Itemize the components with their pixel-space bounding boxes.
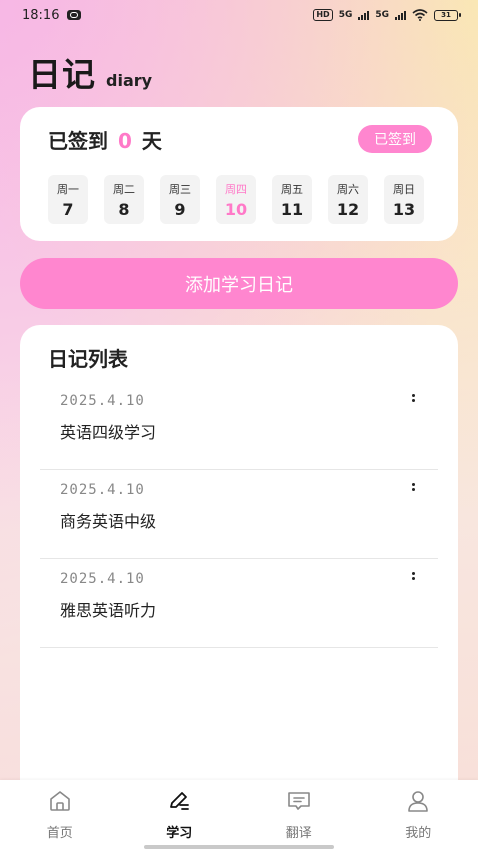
day-name: 周三 (169, 182, 191, 196)
entry-title: 商务英语中级 (60, 512, 157, 531)
entry-title: 英语四级学习 (60, 423, 157, 442)
signin-summary: 已签到 0 天 (48, 125, 162, 154)
diary-list-card: 日记列表 2025.4.10 英语四级学习 2025.4.10 商务英语中级 2… (20, 325, 458, 795)
home-icon (49, 791, 70, 811)
day-number: 9 (174, 199, 186, 219)
day-number: 10 (224, 199, 248, 219)
hd-badge: HD (313, 9, 333, 21)
day-item-today[interactable]: 周四 10 (216, 175, 256, 224)
day-name: 周日 (393, 182, 415, 196)
add-diary-button[interactable]: 添加学习日记 (20, 258, 458, 309)
day-item[interactable]: 周三 9 (160, 175, 200, 224)
more-options-icon[interactable] (408, 391, 418, 405)
user-icon (408, 791, 429, 812)
page-subtitle: diary (106, 71, 153, 90)
bottom-tab-bar: 首页 学习 翻译 我的 (0, 780, 478, 850)
signal-bars-icon (358, 10, 370, 20)
signin-count: 0 (118, 129, 132, 153)
tab-profile[interactable]: 我的 (378, 788, 458, 850)
tab-label: 翻译 (285, 826, 312, 841)
day-number: 13 (392, 199, 416, 219)
pen-icon (170, 792, 190, 810)
day-number: 8 (118, 199, 130, 219)
home-indicator (144, 845, 334, 849)
day-name: 周六 (337, 182, 359, 196)
tab-label: 首页 (46, 826, 73, 841)
day-name: 周二 (113, 182, 135, 196)
chat-icon (287, 792, 310, 810)
day-number: 12 (336, 199, 360, 219)
entry-date: 2025.4.10 (60, 393, 145, 409)
status-bar: 18:16 HD 5G 5G 31 (0, 0, 478, 30)
battery-icon: 31 (434, 9, 461, 21)
more-options-icon[interactable] (408, 480, 418, 494)
signin-prefix: 已签到 (48, 129, 108, 153)
battery-level: 31 (441, 10, 451, 19)
entry-title: 雅思英语听力 (60, 601, 157, 620)
week-calendar: 周一 7 周二 8 周三 9 周四 10 周五 11 周六 12 周日 13 (48, 175, 424, 224)
entry-date: 2025.4.10 (60, 482, 145, 498)
day-item[interactable]: 周二 8 (104, 175, 144, 224)
status-time: 18:16 (22, 7, 60, 23)
day-item[interactable]: 周五 11 (272, 175, 312, 224)
entry-date: 2025.4.10 (60, 571, 145, 587)
diary-entry[interactable]: 2025.4.10 雅思英语听力 (40, 559, 438, 648)
diary-entry[interactable]: 2025.4.10 商务英语中级 (40, 470, 438, 559)
signal-5g-label-1: 5G (338, 10, 353, 20)
notification-icon (67, 10, 82, 20)
signin-card: 已签到 0 天 已签到 周一 7 周二 8 周三 9 周四 10 周五 11 周… (20, 107, 458, 241)
more-options-icon[interactable] (408, 569, 418, 583)
signin-suffix: 天 (141, 129, 162, 153)
tab-label: 我的 (405, 826, 432, 841)
signed-in-button[interactable]: 已签到 (358, 125, 432, 153)
page-title: 日记 (28, 55, 96, 94)
day-item[interactable]: 周日 13 (384, 175, 424, 224)
diary-entry[interactable]: 2025.4.10 英语四级学习 (40, 381, 438, 470)
day-number: 11 (280, 199, 304, 219)
day-name: 周五 (281, 182, 303, 196)
wifi-icon (412, 9, 428, 21)
tab-home[interactable]: 首页 (20, 788, 100, 850)
day-name: 周一 (57, 182, 79, 196)
day-item[interactable]: 周六 12 (328, 175, 368, 224)
day-item[interactable]: 周一 7 (48, 175, 88, 224)
signal-bars-icon (395, 10, 406, 20)
tab-study[interactable]: 学习 (139, 788, 219, 850)
day-number: 7 (62, 199, 74, 219)
diary-list-title: 日记列表 (48, 347, 128, 371)
signal-5g-label-2: 5G (375, 10, 389, 20)
tab-translate[interactable]: 翻译 (259, 788, 339, 850)
day-name: 周四 (225, 182, 247, 196)
page-header: 日记 diary (28, 48, 152, 96)
tab-label: 学习 (166, 826, 193, 841)
